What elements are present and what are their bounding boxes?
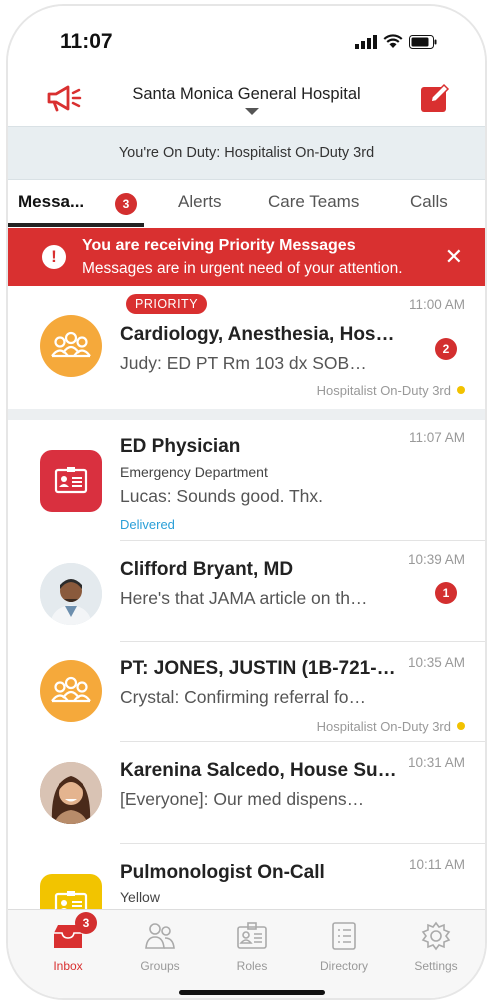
conversation-subtitle: Yellow [120,889,160,905]
phone-frame: 11:07 Santa Monica General Hospital You'… [6,4,487,1000]
tab-bar-groups[interactable]: Groups [115,920,205,973]
role-label: Hospitalist On-Duty 3rd [316,383,451,398]
groups-icon [145,923,175,949]
priority-badge: PRIORITY [126,294,208,314]
conversation-title: Cardiology, Anesthesia, Hos… [120,324,395,345]
unread-count-badge: 2 [435,338,457,360]
tab-bar-label: Directory [319,959,368,973]
battery-icon [409,34,437,49]
messages-count-badge: 3 [115,193,137,215]
message-preview: Lucas: Sounds good. Thx. [120,486,324,506]
group-avatar [40,660,102,722]
tab-messages[interactable]: Messa... [18,192,84,212]
timestamp: 10:11 AM [408,857,465,872]
on-duty-bar[interactable]: You're On Duty: Hospitalist On-Duty 3rd [8,126,485,180]
unread-count-badge: 1 [435,582,457,604]
role-avatar [40,874,102,910]
alert-icon: ! [42,245,66,269]
role-status-dot [457,722,465,730]
id-card-icon [54,891,88,910]
inbox-count-badge: 3 [75,912,97,934]
delivery-status: Delivered [120,517,175,532]
conversation-title: Karenina Salcedo, House Su… [120,760,397,781]
tab-bar-directory[interactable]: Directory [299,920,389,973]
conversation-row[interactable]: Clifford Bryant, MD Here's that JAMA art… [8,541,485,642]
home-indicator[interactable] [179,990,325,995]
section-separator [8,409,485,420]
conversation-row[interactable]: PT: JONES, JUSTIN (1B-721-… Crystal: Con… [8,642,485,742]
message-preview: Crystal: Confirming referral fo… [120,687,367,707]
timestamp: 10:31 AM [407,755,465,770]
priority-banner[interactable]: ! You are receiving Priority Messages Me… [8,228,485,286]
tab-bar-settings[interactable]: Settings [391,920,481,973]
tab-bar-label: Roles [236,959,268,973]
status-bar: 11:07 [8,6,485,72]
bottom-tab-bar: 3 Inbox Groups Roles Directory Settings [8,909,485,998]
tab-calls[interactable]: Calls [410,192,448,212]
role-label: Hospitalist On-Duty 3rd [316,719,451,734]
message-preview: Here's that JAMA article on th… [120,588,368,608]
status-time: 11:07 [60,30,113,53]
timestamp: 10:39 AM [407,552,465,567]
conversation-title: ED Physician [120,436,241,457]
hospital-selector[interactable]: Santa Monica General Hospital [8,85,485,104]
avatar [40,762,102,824]
tab-bar-inbox[interactable]: 3 Inbox [23,912,113,973]
banner-subtitle: Messages are in urgent need of your atte… [82,260,403,277]
id-card-icon [54,467,88,494]
timestamp: 10:35 AM [407,655,465,670]
roles-icon [237,922,267,949]
group-icon [51,331,91,358]
message-preview: [Everyone]: Our med dispens… [120,789,365,809]
tab-bar-roles[interactable]: Roles [207,920,297,973]
conversation-title: Pulmonologist On-Call [120,862,325,883]
tab-care-teams[interactable]: Care Teams [268,192,359,212]
settings-icon [421,921,451,951]
conversation-row-priority[interactable]: PRIORITY Cardiology, Anesthesia, Hos… Ju… [8,286,485,409]
message-preview: Judy: ED PT Rm 103 dx SOB… [120,353,367,373]
group-avatar [40,315,102,377]
close-icon[interactable]: ✕ [445,244,463,270]
directory-icon [332,922,356,950]
active-tab-indicator [8,223,144,227]
signal-icon [355,34,377,49]
conversation-title: PT: JONES, JUSTIN (1B-721-… [120,658,396,679]
chevron-down-icon[interactable] [245,108,259,115]
tab-bar-label: Settings [414,959,458,973]
avatar [40,563,102,625]
person-photo-icon [40,563,102,625]
conversation-row[interactable]: ED Physician Emergency Department Lucas:… [8,420,485,541]
role-status-dot [457,386,465,394]
role-avatar [40,450,102,512]
timestamp: 11:00 AM [408,297,465,312]
tab-bar-label: Groups [140,959,180,973]
tab-bar-label: Inbox [53,959,83,973]
wifi-icon [383,34,403,48]
message-tabs: Messa... 3 Alerts Care Teams Calls [8,180,485,228]
person-photo-icon [40,762,102,824]
app-header: Santa Monica General Hospital [8,72,485,126]
banner-title: You are receiving Priority Messages [82,237,356,254]
status-icons [355,34,437,49]
conversation-row[interactable]: Pulmonologist On-Call Yellow 10:11 AM [8,844,485,910]
compose-icon[interactable] [419,82,451,114]
conversation-subtitle: Emergency Department [120,464,268,480]
timestamp: 11:07 AM [408,430,465,445]
conversation-title: Clifford Bryant, MD [120,559,294,580]
group-icon [51,676,91,703]
conversation-row[interactable]: Karenina Salcedo, House Su… [Everyone]: … [8,742,485,844]
tab-alerts[interactable]: Alerts [178,192,221,212]
